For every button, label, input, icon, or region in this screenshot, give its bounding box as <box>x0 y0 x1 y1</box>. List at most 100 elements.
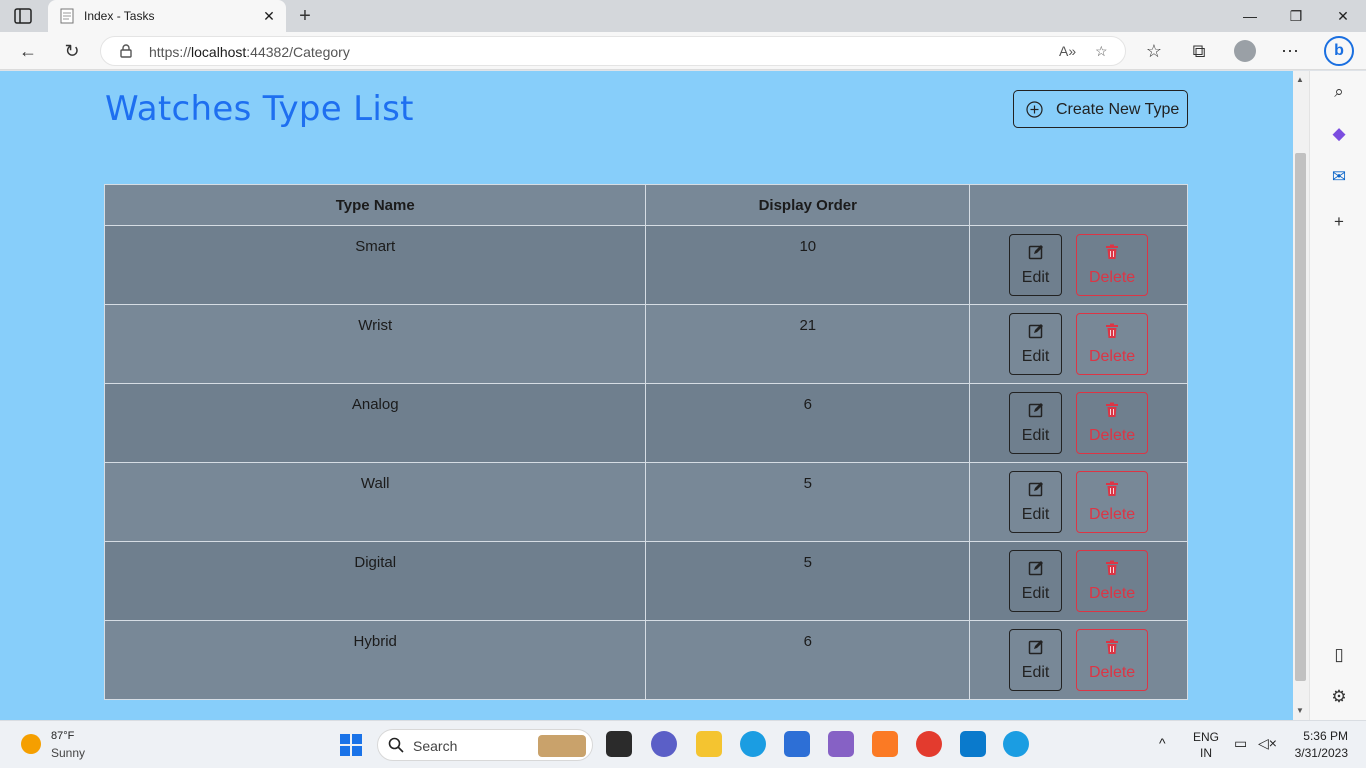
address-bar[interactable]: https://localhost:44382/Category A» ☆ <box>100 36 1126 66</box>
page-icon <box>60 8 74 24</box>
favorites-icon[interactable]: ☆ <box>1143 40 1165 62</box>
trash-icon <box>1106 244 1119 259</box>
chrome-icon[interactable] <box>916 731 942 757</box>
edit-icon <box>1028 561 1043 576</box>
edit-label: Edit <box>1021 664 1050 681</box>
windows-taskbar: 87°F Sunny Search ^ ENG IN ▭ ◁× 5:36 PM … <box>0 720 1366 768</box>
table-row: Digital 5 Edit Delete <box>103 541 1188 621</box>
type-table: Type Name Display Order Smart 10 Edit Delet… <box>103 184 1188 700</box>
trash-icon <box>1106 402 1119 417</box>
lock-icon[interactable] <box>119 44 133 58</box>
new-tab-icon[interactable]: + <box>294 5 316 27</box>
task-view-icon[interactable] <box>606 731 632 757</box>
restore-icon[interactable]: ❐ <box>1284 6 1308 26</box>
edit-button[interactable]: Edit <box>1009 471 1063 533</box>
trash-icon <box>1106 481 1119 496</box>
minimize-icon[interactable]: — <box>1238 6 1262 26</box>
table-row: Wrist 21 Edit Delete <box>103 304 1188 384</box>
scroll-down-icon[interactable]: ▼ <box>1296 706 1304 715</box>
delete-button[interactable]: Delete <box>1076 234 1149 296</box>
search-icon[interactable]: ⌕ <box>1328 81 1350 103</box>
scroll-thumb[interactable] <box>1295 153 1306 681</box>
vscode-icon[interactable] <box>960 731 986 757</box>
delete-label: Delete <box>1088 585 1136 602</box>
edit-button[interactable]: Edit <box>1009 392 1063 454</box>
search-placeholder: Search <box>413 738 458 754</box>
browser-toolbar: ← ↻ https://localhost:44382/Category A» … <box>0 32 1366 70</box>
edit-button[interactable]: Edit <box>1009 550 1063 612</box>
weather-temp[interactable]: 87°F <box>51 730 74 742</box>
display-order-cell: 10 <box>645 225 971 305</box>
language-top[interactable]: ENG <box>1193 730 1219 744</box>
delete-button[interactable]: Delete <box>1076 392 1149 454</box>
scroll-up-icon[interactable]: ▲ <box>1296 75 1304 84</box>
store-icon[interactable] <box>784 731 810 757</box>
edit-button[interactable]: Edit <box>1009 313 1063 375</box>
search-icon <box>388 737 404 753</box>
type-name-cell: Smart <box>103 225 647 305</box>
teams-chat-icon[interactable] <box>651 731 677 757</box>
display-icon[interactable]: ▭ <box>1234 735 1247 752</box>
delete-button[interactable]: Delete <box>1076 471 1149 533</box>
collections-icon[interactable]: ⧉ <box>1188 40 1210 62</box>
add-favorite-icon[interactable]: ☆ <box>1095 43 1108 60</box>
file-explorer-icon[interactable] <box>696 731 722 757</box>
actions-cell: Edit Delete <box>969 225 1188 305</box>
delete-button[interactable]: Delete <box>1076 550 1149 612</box>
actions-cell: Edit Delete <box>969 462 1188 542</box>
outlook-icon[interactable]: ✉ <box>1328 166 1350 188</box>
language-bottom[interactable]: IN <box>1200 746 1212 760</box>
more-menu-icon[interactable]: ⋯ <box>1279 40 1301 62</box>
actions-cell: Edit Delete <box>969 383 1188 463</box>
read-aloud-icon[interactable]: A» <box>1059 43 1076 59</box>
close-tab-icon[interactable]: ✕ <box>260 7 278 25</box>
delete-button[interactable]: Delete <box>1076 313 1149 375</box>
edit-button[interactable]: Edit <box>1009 629 1063 691</box>
sun-icon[interactable] <box>21 734 41 754</box>
delete-button[interactable]: Delete <box>1076 629 1149 691</box>
type-name-cell: Hybrid <box>103 620 647 700</box>
profile-avatar[interactable] <box>1234 40 1256 62</box>
windows-start-icon[interactable] <box>339 733 363 757</box>
volume-muted-icon[interactable]: ◁× <box>1258 735 1277 752</box>
display-order-cell: 5 <box>645 462 971 542</box>
weather-condition[interactable]: Sunny <box>51 746 85 760</box>
tab-actions-icon[interactable] <box>14 8 32 24</box>
split-screen-icon[interactable]: ▯ <box>1328 644 1350 666</box>
chevron-up-icon[interactable]: ^ <box>1159 735 1166 751</box>
table-row: Hybrid 6 Edit Delete <box>103 620 1188 700</box>
page-content: Watches Type List Create New Type Type N… <box>0 71 1293 720</box>
delete-label: Delete <box>1088 269 1136 286</box>
create-new-type-button[interactable]: Create New Type <box>1013 90 1188 128</box>
edit-icon <box>1028 403 1043 418</box>
trash-icon <box>1106 560 1119 575</box>
close-window-icon[interactable]: ✕ <box>1331 6 1355 26</box>
edit-label: Edit <box>1021 269 1050 286</box>
actions-cell: Edit Delete <box>969 304 1188 384</box>
table-row: Wall 5 Edit Delete <box>103 462 1188 542</box>
edit-label: Edit <box>1021 427 1050 444</box>
edit-icon <box>1028 324 1043 339</box>
edit-button[interactable]: Edit <box>1009 234 1063 296</box>
add-sidebar-app-icon[interactable]: + <box>1328 211 1350 233</box>
edge-active-icon[interactable] <box>1003 731 1029 757</box>
url-text[interactable]: https://localhost:44382/Category <box>149 44 350 60</box>
bing-icon[interactable]: b <box>1324 36 1354 66</box>
tab-strip: Index - Tasks ✕ + — ❐ ✕ <box>0 0 1366 32</box>
edit-icon <box>1028 245 1043 260</box>
edit-label: Edit <box>1021 506 1050 523</box>
clock-date: 3/31/2023 <box>1294 746 1348 760</box>
page-scrollbar[interactable]: ▲ ▼ <box>1293 71 1309 720</box>
back-icon[interactable]: ← <box>17 40 39 62</box>
edge-icon[interactable] <box>740 731 766 757</box>
copilot-icon[interactable]: ◆ <box>1328 123 1350 145</box>
edit-label: Edit <box>1021 585 1050 602</box>
xampp-icon[interactable] <box>872 731 898 757</box>
visual-studio-icon[interactable] <box>828 731 854 757</box>
clock[interactable]: 5:36 PM 3/31/2023 <box>1290 729 1348 760</box>
taskbar-search[interactable]: Search <box>377 729 593 761</box>
settings-gear-icon[interactable]: ⚙ <box>1328 686 1350 708</box>
display-order-cell: 6 <box>645 383 971 463</box>
refresh-icon[interactable]: ↻ <box>61 40 83 62</box>
browser-tab[interactable]: Index - Tasks ✕ <box>48 0 286 32</box>
